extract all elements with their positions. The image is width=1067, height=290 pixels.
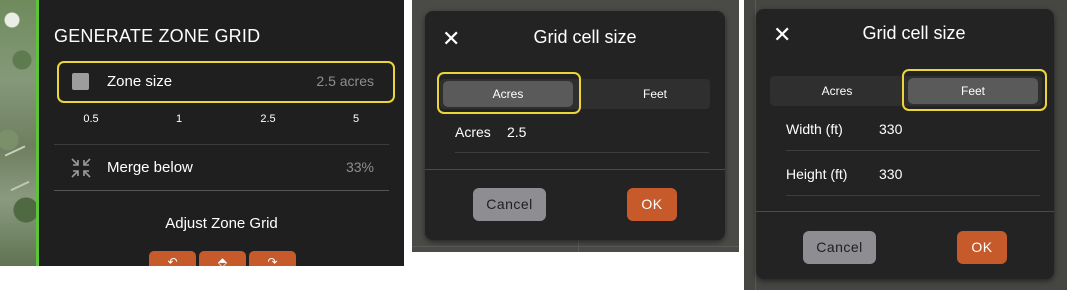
ok-button[interactable]: OK: [957, 231, 1007, 264]
redo-button[interactable]: ↷: [249, 251, 296, 266]
close-icon[interactable]: ✕: [773, 24, 791, 46]
feet-dialog-screenshot: ✕ Grid cell size Acres Feet Width (ft) 3…: [744, 0, 1067, 290]
zone-size-label: Zone size: [107, 73, 173, 90]
grid-cell-size-dialog: ✕ Grid cell size Acres Feet Acres 2.5 Ca…: [425, 11, 725, 240]
cancel-button[interactable]: Cancel: [473, 188, 546, 221]
merge-icon: [71, 158, 91, 178]
map-gridline: [578, 240, 579, 252]
ok-button[interactable]: OK: [627, 188, 677, 221]
satellite-map-strip[interactable]: [0, 0, 36, 266]
height-field[interactable]: 330: [879, 166, 902, 182]
field-underline: [455, 152, 709, 153]
close-icon[interactable]: ✕: [442, 28, 460, 50]
zone-size-checkbox[interactable]: [72, 73, 89, 90]
up-arrow-icon: ⬘: [217, 255, 228, 266]
height-field-label: Height (ft): [786, 166, 848, 182]
width-field[interactable]: 330: [879, 121, 902, 137]
acres-field[interactable]: 2.5: [507, 124, 526, 140]
map-gridline: [412, 246, 739, 247]
panel-title: GENERATE ZONE GRID: [54, 26, 261, 46]
redo-arrow-icon: ↷: [267, 255, 278, 266]
merge-below-label: Merge below: [107, 159, 193, 176]
move-up-button[interactable]: ⬘: [199, 251, 246, 266]
zone-grid-panel: GENERATE ZONE GRID Zone size 2.5 acres 0…: [0, 0, 404, 266]
panel-accent-bar: [36, 0, 39, 266]
undo-button[interactable]: ↶: [149, 251, 196, 266]
feet-tab-highlight: [902, 69, 1047, 111]
divider: [54, 144, 389, 145]
acres-dialog-screenshot: ✕ Grid cell size Acres Feet Acres 2.5 Ca…: [412, 0, 739, 252]
dialog-separator: [756, 211, 1054, 212]
tab-feet[interactable]: Feet: [590, 81, 720, 107]
slider-tick-label[interactable]: 1: [159, 113, 199, 125]
undo-arrow-icon: ↶: [167, 255, 178, 266]
slider-tick-label[interactable]: 0.5: [71, 113, 111, 125]
field-underline: [786, 195, 1040, 196]
dialog-title: Grid cell size: [862, 23, 966, 43]
slider-tick-label[interactable]: 2.5: [248, 113, 288, 125]
dialog-title: Grid cell size: [533, 27, 637, 47]
slider-tick-label[interactable]: 5: [336, 113, 376, 125]
grid-cell-size-dialog: ✕ Grid cell size Acres Feet Width (ft) 3…: [756, 9, 1054, 279]
zone-size-value[interactable]: 2.5 acres: [260, 73, 374, 89]
field-underline: [786, 150, 1040, 151]
acres-field-label: Acres: [455, 124, 491, 140]
width-field-label: Width (ft): [786, 121, 843, 137]
cancel-button[interactable]: Cancel: [803, 231, 876, 264]
tab-acres[interactable]: Acres: [772, 78, 902, 104]
divider: [54, 190, 389, 191]
adjust-zone-grid-heading: Adjust Zone Grid: [165, 215, 278, 232]
acres-tab-highlight: [437, 72, 581, 114]
dialog-separator: [425, 169, 725, 170]
merge-below-value[interactable]: 33%: [300, 159, 374, 175]
